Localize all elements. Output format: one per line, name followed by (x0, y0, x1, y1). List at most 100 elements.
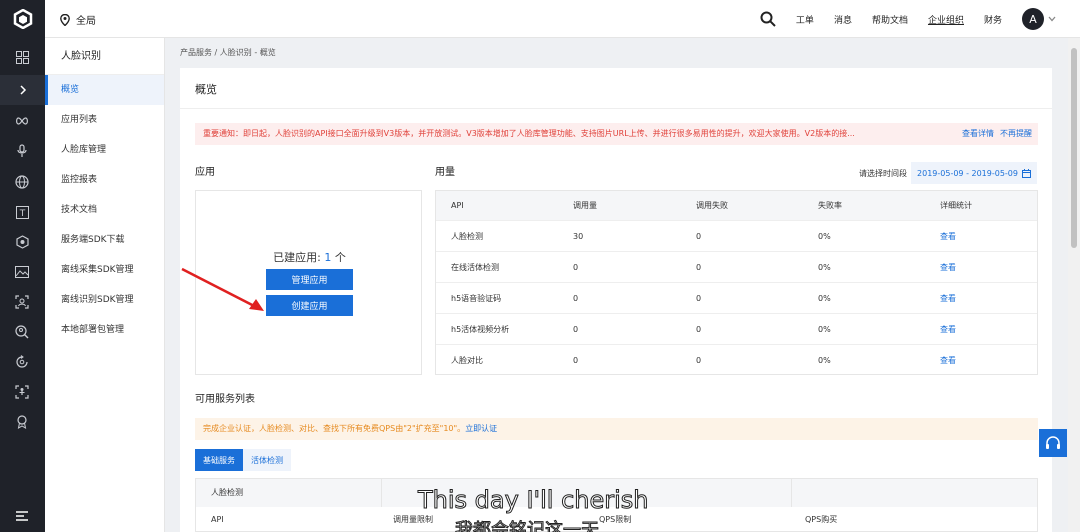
table-row: h5语音验证码 0 0 0% 查看 (436, 283, 1037, 314)
text-recognition-icon[interactable]: T (14, 204, 30, 220)
column-divider (381, 479, 382, 507)
sidebar-item-monitoring[interactable]: 监控报表 (45, 165, 164, 195)
hexagon-icon[interactable] (14, 234, 30, 250)
help-docs-link[interactable]: 帮助文档 (872, 13, 908, 26)
column-divider (791, 479, 792, 507)
expand-menu-icon[interactable] (0, 75, 45, 105)
headset-icon (1046, 436, 1060, 449)
support-button[interactable] (1039, 429, 1067, 457)
notice-details-link[interactable]: 查看详情 (962, 123, 994, 145)
fail-rate: 0% (818, 262, 831, 272)
microphone-icon[interactable] (14, 143, 30, 159)
sidebar-item-local-deploy[interactable]: 本地部署包管理 (45, 315, 164, 345)
award-icon[interactable] (14, 414, 30, 430)
view-link[interactable]: 查看 (925, 324, 1035, 335)
table-row: 人脸检测 30 0 0% 查看 (436, 221, 1037, 252)
promo-banner: 完成企业认证，人脸检测、对比、查找下所有免费QPS由"2"扩充至"10"。立即认… (195, 418, 1038, 440)
console-logo[interactable] (0, 0, 45, 38)
refresh-face-icon[interactable] (14, 354, 30, 370)
api-name: 人脸检测 (451, 231, 483, 241)
sidebar-item-overview[interactable]: 概览 (45, 75, 164, 105)
notice-banner: 重要通知：即日起，人脸识别的API接口全面升级到V3版本，并开放测试。V3版本增… (195, 123, 1038, 145)
page-scrollbar[interactable] (1068, 38, 1080, 532)
chevron-down-icon (1048, 16, 1056, 22)
date-label: 请选择时间段 (859, 168, 908, 178)
message-link[interactable]: 消息 (834, 13, 852, 26)
table-row: h5活体视频分析 0 0 0% 查看 (436, 314, 1037, 345)
api-name: h5活体视频分析 (451, 324, 510, 334)
date-range-value: 2019-05-09 - 2019-05-09 (917, 168, 1018, 178)
search-icon[interactable] (760, 11, 776, 27)
failed-count: 0 (696, 324, 702, 334)
breadcrumb: 产品服务 / 人脸识别 - 概览 (180, 48, 276, 57)
api-name: h5语音验证码 (451, 293, 502, 303)
face-scan-icon[interactable] (14, 294, 30, 310)
tab-basic-services[interactable]: 基础服务 (195, 449, 243, 471)
date-range-input[interactable]: 2019-05-09 - 2019-05-09 (911, 162, 1037, 184)
table-header: API 调用量 调用失败 失败率 详细统计 (436, 191, 1037, 221)
user-menu[interactable]: A (1022, 8, 1056, 30)
view-link[interactable]: 查看 (925, 262, 1035, 273)
svc-col-api: API (211, 515, 224, 524)
failed-count: 0 (696, 293, 702, 303)
call-count: 30 (573, 231, 584, 241)
menu-toggle-icon[interactable] (14, 508, 30, 524)
sidebar-item-tech-docs[interactable]: 技术文档 (45, 195, 164, 225)
app-count: 已建应用: 1 个 (196, 249, 423, 265)
fail-rate: 0% (818, 293, 831, 303)
table-row: 在线活体检测 0 0 0% 查看 (436, 252, 1037, 283)
api-name: 在线活体检测 (451, 262, 499, 272)
sidebar-item-server-sdk[interactable]: 服务端SDK下载 (45, 225, 164, 255)
finance-link[interactable]: 财务 (984, 13, 1002, 26)
fail-rate: 0% (818, 324, 831, 334)
fail-rate: 0% (818, 356, 831, 365)
app-section-title: 应用 (195, 167, 215, 178)
app-count-label: 已建应用: (273, 251, 321, 264)
col-details: 详细统计 (940, 201, 972, 210)
notice-links: 查看详情 不再提醒 (958, 123, 1032, 145)
date-range-picker: 请选择时间段 2019-05-09 - 2019-05-09 (859, 162, 1037, 184)
globe-icon[interactable] (14, 174, 30, 190)
view-link[interactable]: 查看 (925, 355, 1035, 366)
title-divider (180, 108, 1052, 109)
product-icon-rail: T (0, 38, 45, 532)
call-count: 0 (573, 262, 579, 272)
call-count: 0 (573, 293, 579, 303)
col-api: API (451, 201, 464, 210)
overview-card: 概览 重要通知：即日起，人脸识别的API接口全面升级到V3版本，并开放测试。V3… (180, 68, 1052, 532)
col-failed: 调用失败 (696, 201, 728, 210)
infinity-icon[interactable] (14, 113, 30, 129)
face-search-icon[interactable] (14, 324, 30, 340)
page-title: 概览 (195, 83, 217, 96)
svc-col-qps-purchase: QPS购买 (805, 515, 838, 524)
enterprise-org-link[interactable]: 企业组织 (928, 13, 964, 26)
notice-text: 重要通知：即日起，人脸识别的API接口全面升级到V3版本，并开放测试。V3版本增… (203, 129, 855, 138)
ticket-link[interactable]: 工单 (796, 13, 814, 26)
sidebar-item-offline-capture-sdk[interactable]: 离线采集SDK管理 (45, 255, 164, 285)
view-link[interactable]: 查看 (925, 293, 1035, 304)
video-subtitle-line2: 我都会铭记这一天 (455, 520, 599, 532)
app-count-unit: 个 (334, 251, 346, 264)
verify-now-link[interactable]: 立即认证 (465, 424, 497, 433)
sidebar-item-offline-recognition-sdk[interactable]: 离线识别SDK管理 (45, 285, 164, 315)
scrollbar-thumb[interactable] (1071, 48, 1077, 248)
grid-icon[interactable] (14, 49, 30, 65)
app-count-number[interactable]: 1 (324, 251, 331, 264)
view-link[interactable]: 查看 (925, 231, 1035, 242)
api-name: 人脸对比 (451, 356, 483, 365)
fail-rate: 0% (818, 231, 831, 241)
body-detect-icon[interactable] (14, 384, 30, 400)
red-arrow-annotation (181, 267, 264, 311)
create-app-button[interactable]: 创建应用 (266, 295, 353, 316)
manage-app-button[interactable]: 管理应用 (266, 269, 353, 290)
notice-dismiss-link[interactable]: 不再提醒 (1000, 123, 1032, 145)
col-fail-rate: 失败率 (818, 201, 842, 210)
sidebar-item-face-library[interactable]: 人脸库管理 (45, 135, 164, 165)
region-selector[interactable]: 全局 (60, 12, 96, 27)
tab-liveness[interactable]: 活体检测 (243, 449, 291, 471)
top-bar: 全局 工单 消息 帮助文档 企业组织 财务 A (0, 0, 1080, 38)
image-icon[interactable] (14, 264, 30, 280)
call-count: 0 (573, 356, 579, 365)
sidebar-item-app-list[interactable]: 应用列表 (45, 105, 164, 135)
product-sidebar: 人脸识别 概览 应用列表 人脸库管理 监控报表 技术文档 服务端SDK下载 离线… (45, 38, 165, 532)
